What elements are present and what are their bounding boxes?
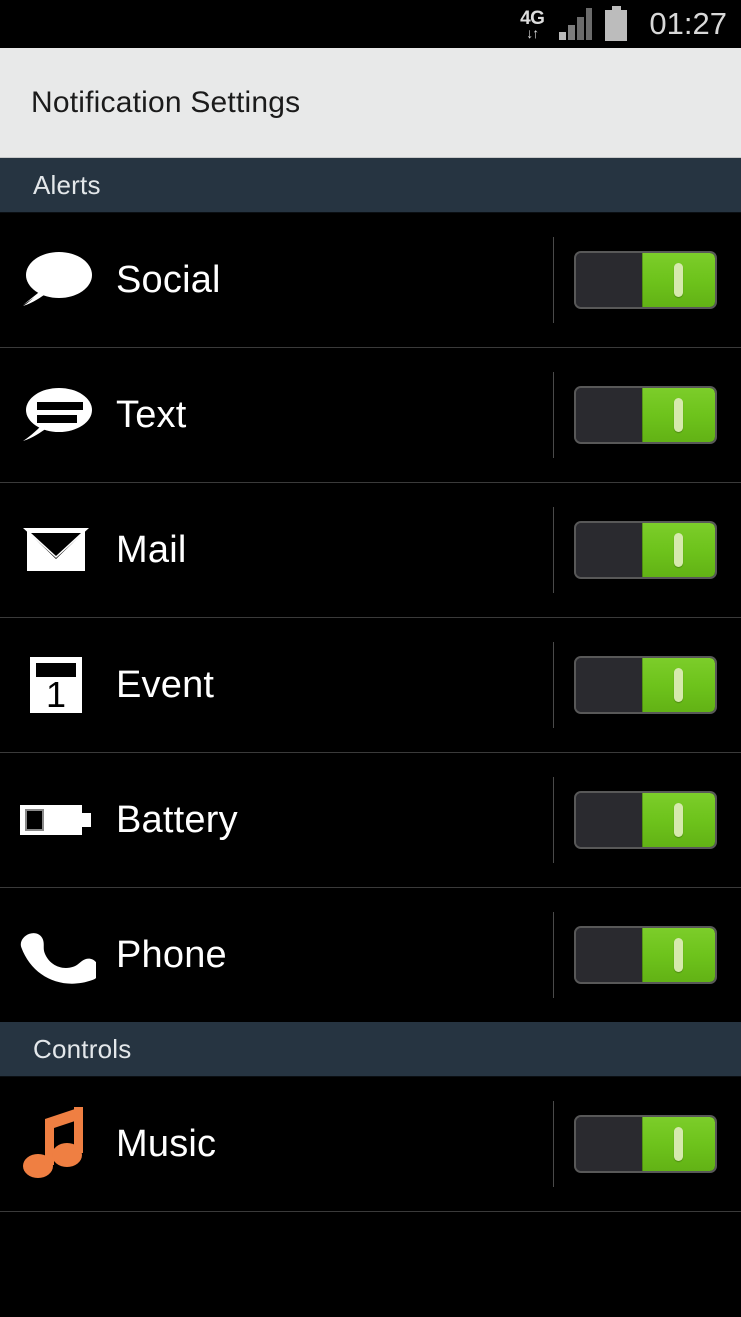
toggle-thumb-grip — [674, 1127, 683, 1161]
status-bar-clock: 01:27 — [649, 6, 727, 41]
section-header-controls-label: Controls — [33, 1033, 132, 1064]
svg-text:1: 1 — [46, 674, 66, 715]
toggle-track — [576, 523, 642, 577]
list-item-mail[interactable]: Mail — [0, 482, 741, 617]
list-item-event-label: Event — [116, 663, 215, 706]
toggle-thumb — [642, 658, 715, 712]
toggle-thumb-grip — [674, 533, 683, 567]
battery-icon — [602, 6, 630, 42]
list-item-music[interactable]: Music — [0, 1077, 741, 1212]
toggle-thumb — [642, 253, 715, 307]
toggle-track — [576, 793, 642, 847]
row-separator — [553, 912, 554, 998]
toggle-text[interactable] — [574, 386, 717, 444]
status-bar: 4G ↓↑ 01:27 — [0, 0, 741, 48]
row-separator — [553, 507, 554, 593]
section-header-alerts: Alerts — [0, 158, 741, 213]
toggle-social[interactable] — [574, 251, 717, 309]
toggle-thumb — [642, 1117, 715, 1171]
toggle-track — [576, 253, 642, 307]
app-screen: 4G ↓↑ 01:27 Notification Settings Alerts… — [0, 0, 741, 1317]
toggle-thumb-grip — [674, 263, 683, 297]
speech-bubble-icon — [0, 213, 112, 347]
list-item-social[interactable]: Social — [0, 213, 741, 347]
toggle-mail[interactable] — [574, 521, 717, 579]
section-header-alerts-label: Alerts — [33, 169, 101, 200]
data-transfer-arrows-icon: ↓↑ — [526, 24, 539, 41]
row-separator — [553, 372, 554, 458]
list-item-mail-label: Mail — [116, 528, 187, 571]
list-item-battery-label: Battery — [116, 798, 238, 841]
speech-bubble-lines-icon — [0, 348, 112, 482]
envelope-icon — [0, 483, 112, 617]
row-separator — [553, 777, 554, 863]
row-separator — [553, 1101, 554, 1187]
list-item-music-label: Music — [116, 1122, 217, 1165]
toggle-track — [576, 388, 642, 442]
row-separator — [553, 642, 554, 728]
list-item-phone[interactable]: Phone — [0, 887, 741, 1022]
list-item-social-label: Social — [116, 258, 221, 301]
toggle-event[interactable] — [574, 656, 717, 714]
empty-list-area — [0, 1212, 741, 1317]
toggle-phone[interactable] — [574, 926, 717, 984]
toggle-thumb — [642, 388, 715, 442]
toggle-track — [576, 1117, 642, 1171]
signal-bars-icon — [553, 7, 593, 41]
list-item-phone-label: Phone — [116, 933, 227, 976]
toggle-thumb-grip — [674, 938, 683, 972]
title-bar: Notification Settings — [0, 48, 741, 158]
music-note-icon — [0, 1077, 112, 1211]
row-separator — [553, 237, 554, 323]
toggle-thumb-grip — [674, 668, 683, 702]
toggle-thumb — [642, 928, 715, 982]
section-header-controls: Controls — [0, 1022, 741, 1077]
network-type-indicator: 4G ↓↑ — [520, 9, 545, 41]
toggle-thumb — [642, 523, 715, 577]
toggle-track — [576, 928, 642, 982]
toggle-thumb-grip — [674, 398, 683, 432]
toggle-battery[interactable] — [574, 791, 717, 849]
list-item-text-label: Text — [116, 393, 187, 436]
list-item-event[interactable]: 1 Event — [0, 617, 741, 752]
phone-handset-icon — [0, 888, 112, 1022]
toggle-thumb-grip — [674, 803, 683, 837]
toggle-thumb — [642, 793, 715, 847]
toggle-music[interactable] — [574, 1115, 717, 1173]
list-item-text[interactable]: Text — [0, 347, 741, 482]
list-item-battery[interactable]: Battery — [0, 752, 741, 887]
status-bar-icons: 4G ↓↑ 01:27 — [520, 6, 727, 42]
battery-icon — [0, 753, 112, 887]
page-title: Notification Settings — [31, 85, 301, 119]
toggle-track — [576, 658, 642, 712]
calendar-icon: 1 — [0, 618, 112, 752]
